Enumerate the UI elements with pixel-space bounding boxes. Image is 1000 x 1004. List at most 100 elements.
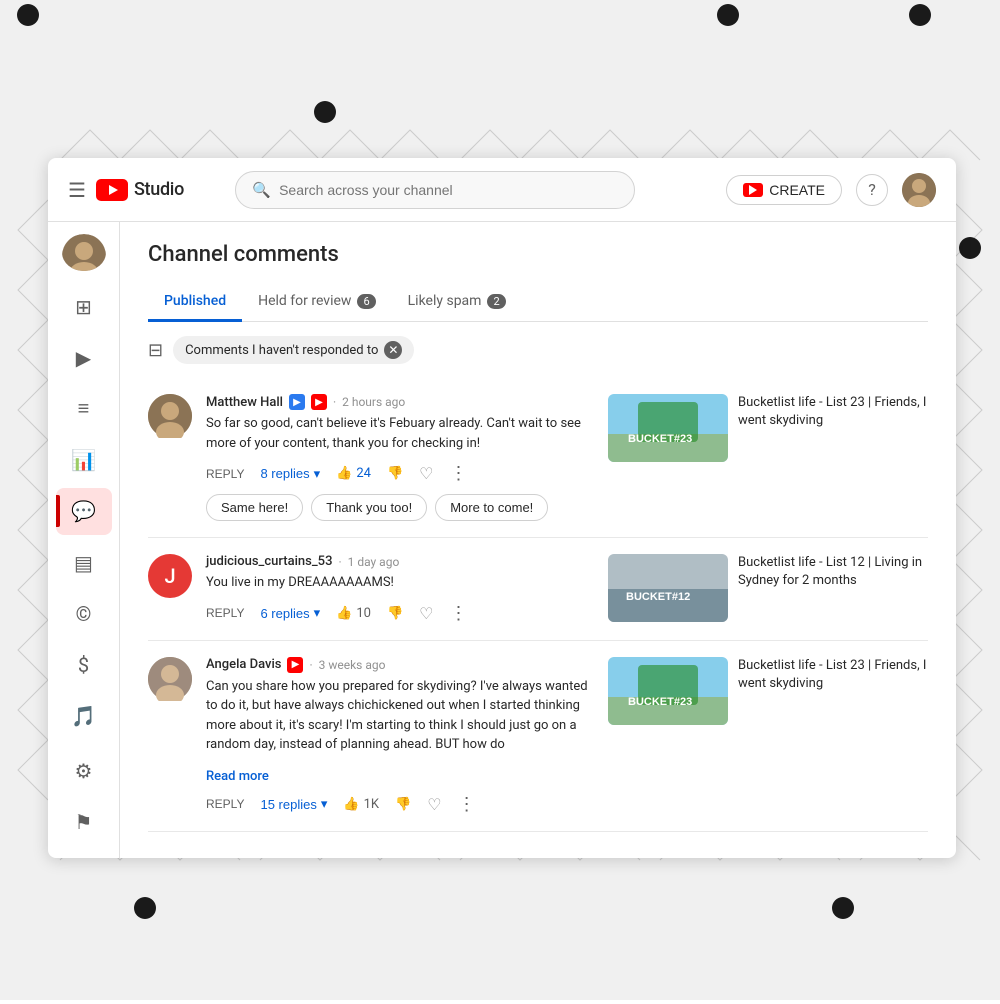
dislike-button[interactable]: 👎	[387, 606, 403, 621]
tabs-bar: Published Held for review 6 Likely spam …	[148, 283, 928, 322]
like-button[interactable]: 👍 10	[336, 606, 371, 621]
video-info: Bucketlist life - List 23 | Friends, I w…	[728, 657, 928, 693]
audio-icon: 🎵	[71, 704, 96, 728]
comment-text: You live in my DREAAAAAAAMS!	[206, 573, 594, 593]
decorative-dot	[134, 897, 156, 919]
member-badge-icon: ▶	[293, 397, 301, 408]
table-row: J judicious_curtains_53 · 1 day ago You …	[148, 538, 928, 641]
feedback-icon: ⚑	[75, 810, 93, 834]
create-label: CREATE	[769, 182, 825, 198]
create-video-icon	[743, 183, 763, 197]
sidebar-avatar[interactable]	[62, 234, 106, 271]
tab-spam-badge: 2	[487, 294, 505, 309]
sidebar-item-earn[interactable]: $	[56, 641, 112, 688]
decorative-dot	[717, 4, 739, 26]
more-options-button[interactable]: ⋮	[449, 463, 467, 484]
youtube-badge: ▶	[311, 394, 327, 410]
more-options-button[interactable]: ⋮	[449, 603, 467, 624]
search-input[interactable]	[279, 182, 618, 198]
read-more-link[interactable]: Read more	[206, 769, 269, 784]
body-layout: ⊞ ▶ ≡ 📊 💬 ▤ © $	[48, 222, 956, 858]
quick-reply-2[interactable]: Thank you too!	[311, 494, 427, 521]
sidebar-item-subtitles[interactable]: ▤	[56, 539, 112, 586]
youtube-badge-icon: ▶	[292, 659, 300, 670]
comment-right: BUCKET#23 Bucketlist life - List 23 | Fr…	[608, 394, 928, 462]
like-button[interactable]: 👍 24	[336, 466, 371, 481]
sidebar-item-playlists[interactable]: ≡	[56, 385, 112, 432]
video-thumbnail[interactable]: BUCKET#23	[608, 394, 728, 462]
help-button[interactable]: ?	[856, 174, 888, 206]
more-options-button[interactable]: ⋮	[458, 794, 476, 815]
hamburger-menu[interactable]: ☰	[68, 178, 86, 202]
tab-spam[interactable]: Likely spam 2	[392, 283, 522, 322]
dislike-button[interactable]: 👎	[387, 466, 403, 481]
comment-body: judicious_curtains_53 · 1 day ago You li…	[206, 554, 594, 624]
comment-author-row: Matthew Hall ▶ ▶ · 2 hours ago	[206, 394, 594, 410]
sidebar-item-dashboard[interactable]: ⊞	[56, 283, 112, 330]
heart-button[interactable]: ♡	[419, 604, 433, 623]
sidebar-item-audio[interactable]: 🎵	[56, 692, 112, 739]
comment-dot: ·	[333, 395, 336, 409]
decorative-dot	[314, 101, 336, 123]
comment-body: Angela Davis ▶ · 3 weeks ago Can you sha…	[206, 657, 594, 815]
replies-toggle[interactable]: 15 replies ▾	[260, 796, 327, 812]
dashboard-icon: ⊞	[75, 295, 92, 319]
heart-button[interactable]: ♡	[427, 795, 441, 814]
decorative-dot	[959, 237, 981, 259]
sidebar: ⊞ ▶ ≡ 📊 💬 ▤ © $	[48, 222, 120, 858]
logo-container: Studio	[96, 179, 184, 201]
main-content: Channel comments Published Held for revi…	[120, 222, 956, 858]
comment-right: BUCKET#12 Bucketlist life - List 12 | Li…	[608, 554, 928, 622]
replies-count: 6 replies	[260, 606, 309, 621]
youtube-logo-icon	[96, 179, 128, 201]
comment-dot: ·	[338, 555, 341, 569]
comment-text: So far so good, can't believe it's Febua…	[206, 414, 594, 453]
avatar[interactable]	[902, 173, 936, 207]
replies-toggle[interactable]: 6 replies ▾	[260, 605, 320, 621]
sidebar-item-content[interactable]: ▶	[56, 334, 112, 381]
comment-author: Angela Davis	[206, 657, 281, 672]
comment-time: 1 day ago	[348, 555, 400, 569]
sidebar-item-settings[interactable]: ⚙	[56, 748, 112, 795]
reply-button[interactable]: REPLY	[206, 467, 244, 481]
search-bar[interactable]: 🔍	[235, 171, 635, 209]
thumbs-up-icon: 👍	[336, 466, 352, 481]
svg-text:BUCKET#23: BUCKET#23	[628, 696, 692, 708]
tab-held-badge: 6	[357, 294, 375, 309]
heart-button[interactable]: ♡	[419, 464, 433, 483]
dislike-button[interactable]: 👎	[395, 797, 411, 812]
reply-button[interactable]: REPLY	[206, 606, 244, 620]
tab-published[interactable]: Published	[148, 283, 242, 322]
sidebar-item-feedback[interactable]: ⚑	[56, 799, 112, 846]
avatar-image	[902, 173, 936, 207]
svg-text:BUCKET#12: BUCKET#12	[626, 591, 690, 603]
like-button[interactable]: 👍 1K	[343, 797, 379, 812]
tab-held[interactable]: Held for review 6	[242, 283, 392, 322]
like-count: 1K	[364, 797, 379, 812]
comment-author: Matthew Hall	[206, 395, 283, 410]
video-thumbnail[interactable]: BUCKET#23	[608, 657, 728, 725]
comment-avatar	[148, 657, 192, 701]
filter-chip-close-button[interactable]: ✕	[384, 341, 402, 359]
quick-reply-3[interactable]: More to come!	[435, 494, 548, 521]
replies-toggle[interactable]: 8 replies ▾	[260, 466, 320, 482]
help-icon: ?	[868, 180, 876, 199]
member-badge: ▶	[289, 394, 305, 410]
quick-reply-1[interactable]: Same here!	[206, 494, 303, 521]
video-thumbnail[interactable]: BUCKET#12	[608, 554, 728, 622]
like-count: 24	[356, 466, 371, 481]
sidebar-item-comments[interactable]: 💬	[56, 488, 112, 535]
youtube-badge: ▶	[287, 657, 303, 673]
svg-text:BUCKET#23: BUCKET#23	[628, 433, 692, 445]
comments-icon: 💬	[71, 499, 96, 523]
thumbs-down-icon: 👎	[387, 466, 403, 481]
topbar-left: ☰ Studio	[68, 178, 184, 202]
reply-button[interactable]: REPLY	[206, 797, 244, 811]
comment-author: judicious_curtains_53	[206, 554, 332, 569]
filter-row: ⊟ Comments I haven't responded to ✕	[120, 322, 956, 378]
comment-text: Can you share how you prepared for skydi…	[206, 677, 594, 755]
sidebar-item-analytics[interactable]: 📊	[56, 437, 112, 484]
create-button[interactable]: CREATE	[726, 175, 842, 205]
comment-actions: REPLY 15 replies ▾ 👍 1K 👎	[206, 794, 594, 815]
sidebar-item-copyright[interactable]: ©	[56, 590, 112, 637]
